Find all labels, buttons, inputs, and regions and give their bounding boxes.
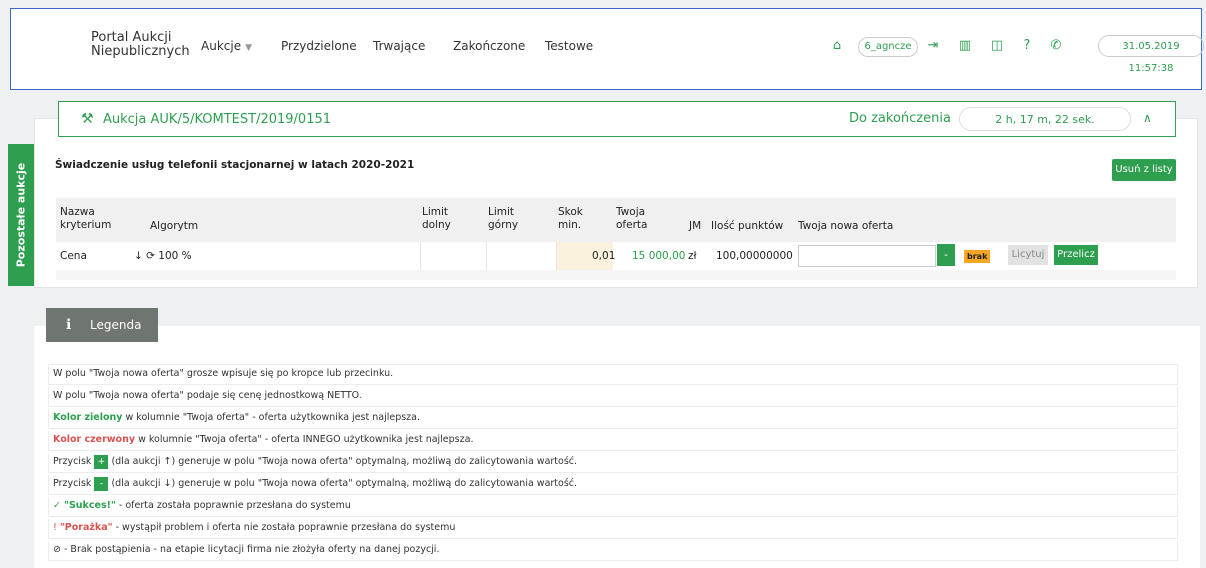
plus-icon: + bbox=[94, 454, 109, 469]
brand-logo[interactable]: Portal Aukcji Niepublicznych bbox=[91, 31, 190, 59]
recalculate-button[interactable]: Przelicz bbox=[1054, 245, 1098, 265]
cell-points: 100,00000000 bbox=[716, 250, 793, 262]
legend-button[interactable]: ℹ Legenda bbox=[46, 308, 158, 342]
minus-icon: - bbox=[94, 476, 109, 491]
home-icon[interactable]: ⌂ bbox=[828, 37, 846, 55]
list-item: Kolor czerwony w kolumnie "Twoja oferta"… bbox=[48, 431, 1178, 451]
info-icon: ℹ bbox=[66, 317, 72, 333]
phone-icon[interactable]: ✆ bbox=[1047, 37, 1065, 55]
list-item: W polu "Twoja nowa oferta" podaje się ce… bbox=[48, 387, 1178, 407]
list-item: ✓ "Sukces!" - oferta została poprawnie p… bbox=[48, 497, 1178, 517]
auction-title: Aukcja AUK/5/KOMTEST/2019/0151 bbox=[103, 112, 332, 127]
chevron-up-icon[interactable]: ∧ bbox=[1143, 111, 1152, 125]
top-navbar: Portal Aukcji Niepublicznych Aukcje ▼ Prz… bbox=[10, 8, 1204, 90]
menu-aukcje-label: Aukcje bbox=[201, 39, 242, 53]
menu-zakonczone[interactable]: Zakończone bbox=[453, 39, 525, 53]
menu-aukcje[interactable]: Aukcje ▼ bbox=[201, 39, 252, 53]
legend-title: Legenda bbox=[90, 318, 142, 332]
success-icon: ✓ bbox=[53, 500, 61, 511]
cell-unit: zł bbox=[688, 250, 697, 262]
gavel-icon: ⚒ bbox=[81, 111, 94, 127]
header-algorithm: Algorytm bbox=[150, 220, 199, 232]
auction-header: ⚒ Aukcja AUK/5/KOMTEST/2019/0151 Do zako… bbox=[58, 101, 1176, 137]
menu-testowe[interactable]: Testowe bbox=[545, 39, 593, 53]
countdown-timer: 2 h, 17 m, 22 sek. bbox=[959, 107, 1131, 131]
status-badge: brak bbox=[964, 250, 991, 263]
cell-limit-low bbox=[420, 242, 485, 270]
building-icon[interactable]: ▥ bbox=[956, 37, 974, 55]
minus-button[interactable]: - bbox=[937, 244, 955, 266]
header-limit-low: Limit dolny bbox=[422, 206, 451, 231]
cell-criterion: Cena bbox=[60, 250, 87, 262]
table-header: Nazwa kryterium Algorytm Limit dolny Limit… bbox=[56, 198, 1176, 242]
header-new-offer: Twoja nowa oferta bbox=[798, 220, 894, 232]
menu-przydzielone[interactable]: Przydzielone bbox=[281, 39, 357, 53]
no-entry-icon: ⊘ bbox=[53, 544, 61, 555]
menu-trwajace[interactable]: Trwające bbox=[373, 39, 425, 53]
brand-line2: Niepublicznych bbox=[91, 44, 190, 59]
table-footer-row bbox=[56, 270, 1176, 280]
list-item: Kolor zielony w kolumnie "Twoja oferta" … bbox=[48, 409, 1178, 429]
header-step: Skok min. bbox=[558, 206, 583, 231]
help-icon[interactable]: ? bbox=[1018, 37, 1036, 55]
header-your-offer: Twoja oferta bbox=[616, 206, 648, 231]
list-item: ! "Porażka" - wystąpił problem i oferta … bbox=[48, 519, 1178, 539]
cell-limit-high bbox=[486, 242, 557, 270]
list-item: ⊘ - Brak postąpienia - na etapie licytac… bbox=[48, 541, 1178, 561]
cell-your-offer: 15 000,00 bbox=[632, 250, 686, 262]
brand-line1: Portal Aukcji bbox=[91, 30, 172, 45]
chevron-down-icon: ▼ bbox=[245, 43, 252, 53]
other-auctions-label: Pozostałe aukcje bbox=[14, 162, 28, 268]
error-icon: ! bbox=[53, 522, 57, 533]
list-item: Przycisk - (dla aukcji ↓) generuje w pol… bbox=[48, 475, 1178, 495]
bid-button[interactable]: Licytuj bbox=[1008, 245, 1048, 265]
header-criterion: Nazwa kryterium bbox=[60, 206, 112, 231]
other-auctions-tab[interactable]: Pozostałe aukcje bbox=[8, 144, 34, 286]
datetime-display: 31.05.2019 11:57:38 bbox=[1098, 35, 1204, 74]
list-item: W polu "Twoja nowa oferta" grosze wpisuj… bbox=[48, 364, 1178, 385]
cell-algorithm: ↓ ⟳ 100 % bbox=[134, 250, 192, 262]
table-row: Cena ↓ ⟳ 100 % 0,01 15 000,00 zł 100,000… bbox=[56, 242, 1176, 271]
legend-list: W polu "Twoja nowa oferta" grosze wpisuj… bbox=[48, 364, 1178, 563]
user-badge[interactable]: 6_agncze bbox=[858, 37, 918, 57]
header-limit-high: Limit górny bbox=[488, 206, 519, 231]
remove-from-list-button[interactable]: Usuń z listy bbox=[1112, 159, 1176, 181]
new-offer-input[interactable] bbox=[798, 245, 936, 267]
end-label: Do zakończenia bbox=[849, 111, 951, 126]
logout-icon[interactable]: ⇥ bbox=[924, 37, 942, 55]
header-points: Ilość punktów bbox=[711, 220, 784, 232]
header-unit: JM bbox=[689, 220, 702, 232]
auction-subject: Świadczenie usług telefonii stacjonarnej… bbox=[55, 159, 415, 171]
list-item: Przycisk + (dla aukcji ↑) generuje w pol… bbox=[48, 453, 1178, 473]
book-icon[interactable]: ◫ bbox=[988, 37, 1006, 55]
cell-step: 0,01 bbox=[592, 250, 616, 262]
